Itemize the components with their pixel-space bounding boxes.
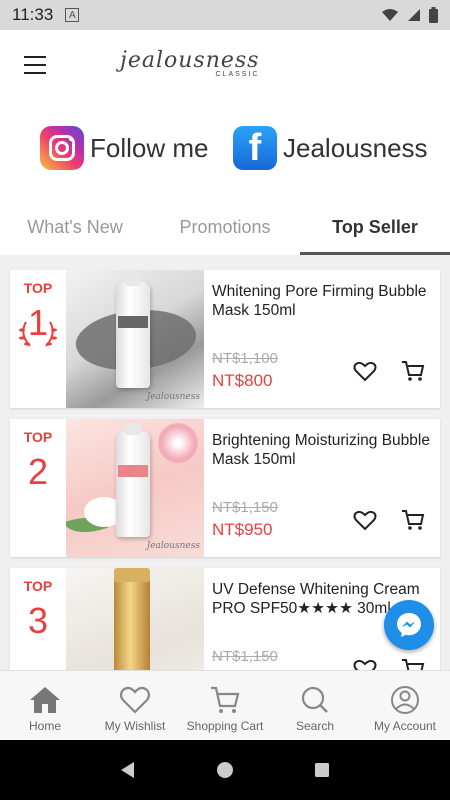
product-list: TOP 1 Jealousness Whitening Pore Firming… bbox=[0, 255, 450, 670]
app-bar: Jealousness CLASSIC bbox=[0, 30, 450, 100]
laurel-icon bbox=[19, 321, 57, 347]
facebook-label: Jealousness bbox=[283, 132, 428, 163]
brand-logo: Jealousness CLASSIC bbox=[120, 48, 259, 78]
image-signature: Jealousness bbox=[146, 541, 200, 551]
wishlist-heart-icon[interactable] bbox=[352, 507, 378, 533]
nav-wishlist[interactable]: My Wishlist bbox=[90, 671, 180, 740]
nav-home-label: Home bbox=[28, 719, 61, 733]
category-tabs: What's New Promotions Top Seller bbox=[0, 200, 450, 255]
original-price: NT$1,100 bbox=[212, 350, 278, 367]
battery-icon bbox=[429, 7, 438, 23]
heart-icon bbox=[119, 686, 151, 714]
instagram-icon bbox=[40, 126, 84, 170]
rank-badge: TOP 3 bbox=[10, 568, 66, 670]
rank-tag: TOP bbox=[23, 429, 53, 445]
tab-promotions[interactable]: Promotions bbox=[150, 200, 300, 255]
facebook-icon: f bbox=[233, 126, 277, 170]
add-to-cart-icon[interactable] bbox=[400, 358, 426, 384]
product-card[interactable]: TOP 1 Jealousness Whitening Pore Firming… bbox=[10, 270, 440, 408]
menu-icon[interactable] bbox=[24, 56, 46, 74]
brand-name: Jealousness bbox=[120, 48, 260, 73]
rank-number: 2 bbox=[27, 451, 49, 492]
product-image[interactable] bbox=[66, 568, 204, 670]
nav-search-label: Search bbox=[295, 719, 335, 733]
sale-price: NT$950 bbox=[212, 520, 273, 539]
sale-price: NT$800 bbox=[212, 371, 273, 390]
search-icon bbox=[301, 686, 328, 713]
original-price: NT$1,150 bbox=[212, 499, 278, 516]
social-links: Follow me f Jealousness bbox=[0, 100, 450, 200]
status-icons bbox=[381, 7, 438, 23]
rank-number: 3 bbox=[27, 600, 49, 641]
wifi-icon bbox=[382, 9, 398, 21]
bottom-navigation: Home My Wishlist Shopping Cart Search My… bbox=[0, 670, 450, 740]
system-navigation-bar bbox=[0, 740, 450, 800]
product-card[interactable]: TOP 2 Jealousness Brightening Moisturizi… bbox=[10, 419, 440, 557]
nav-home[interactable]: Home bbox=[0, 671, 90, 740]
nav-account-label: My Account bbox=[373, 719, 437, 733]
messenger-chat-button[interactable] bbox=[384, 600, 434, 650]
add-to-cart-icon[interactable] bbox=[400, 656, 426, 670]
product-name[interactable]: Whitening Pore Firming Bubble Mask 150ml bbox=[212, 282, 432, 320]
home-icon bbox=[30, 687, 60, 713]
product-name[interactable]: Brightening Moisturizing Bubble Mask 150… bbox=[212, 431, 432, 469]
nav-cart-label: Shopping Cart bbox=[186, 719, 264, 733]
wishlist-heart-icon[interactable] bbox=[352, 656, 378, 670]
rank-badge: TOP 1 bbox=[10, 270, 66, 408]
facebook-link[interactable]: f Jealousness bbox=[233, 126, 428, 170]
back-icon[interactable] bbox=[118, 760, 138, 780]
rank-badge: TOP 2 bbox=[10, 419, 66, 557]
nav-wishlist-label: My Wishlist bbox=[104, 719, 166, 733]
status-bar: 11:33 A bbox=[0, 0, 450, 30]
image-signature: Jealousness bbox=[146, 392, 200, 402]
account-icon bbox=[391, 686, 419, 714]
recents-icon[interactable] bbox=[312, 760, 332, 780]
product-card[interactable]: TOP 3 UV Defense Whitening Cream PRO SPF… bbox=[10, 568, 440, 670]
nav-shopping-cart[interactable]: Shopping Cart bbox=[180, 671, 270, 740]
cart-icon bbox=[211, 686, 240, 713]
add-to-cart-icon[interactable] bbox=[400, 507, 426, 533]
instagram-follow-link[interactable]: Follow me bbox=[40, 126, 208, 170]
home-circle-icon[interactable] bbox=[215, 760, 235, 780]
product-image[interactable]: Jealousness bbox=[66, 419, 204, 557]
tab-whats-new[interactable]: What's New bbox=[0, 200, 150, 255]
nav-my-account[interactable]: My Account bbox=[360, 671, 450, 740]
product-image[interactable]: Jealousness bbox=[66, 270, 204, 408]
signal-icon bbox=[408, 9, 420, 21]
wishlist-heart-icon[interactable] bbox=[352, 358, 378, 384]
messenger-icon bbox=[397, 613, 421, 637]
notification-a-icon: A bbox=[65, 8, 80, 22]
nav-search[interactable]: Search bbox=[270, 671, 360, 740]
rank-tag: TOP bbox=[23, 280, 53, 296]
status-time: 11:33 bbox=[12, 5, 54, 24]
instagram-label: Follow me bbox=[90, 132, 209, 163]
original-price: NT$1,150 bbox=[212, 648, 278, 665]
rank-tag: TOP bbox=[23, 578, 53, 594]
tab-top-seller[interactable]: Top Seller bbox=[300, 200, 450, 255]
